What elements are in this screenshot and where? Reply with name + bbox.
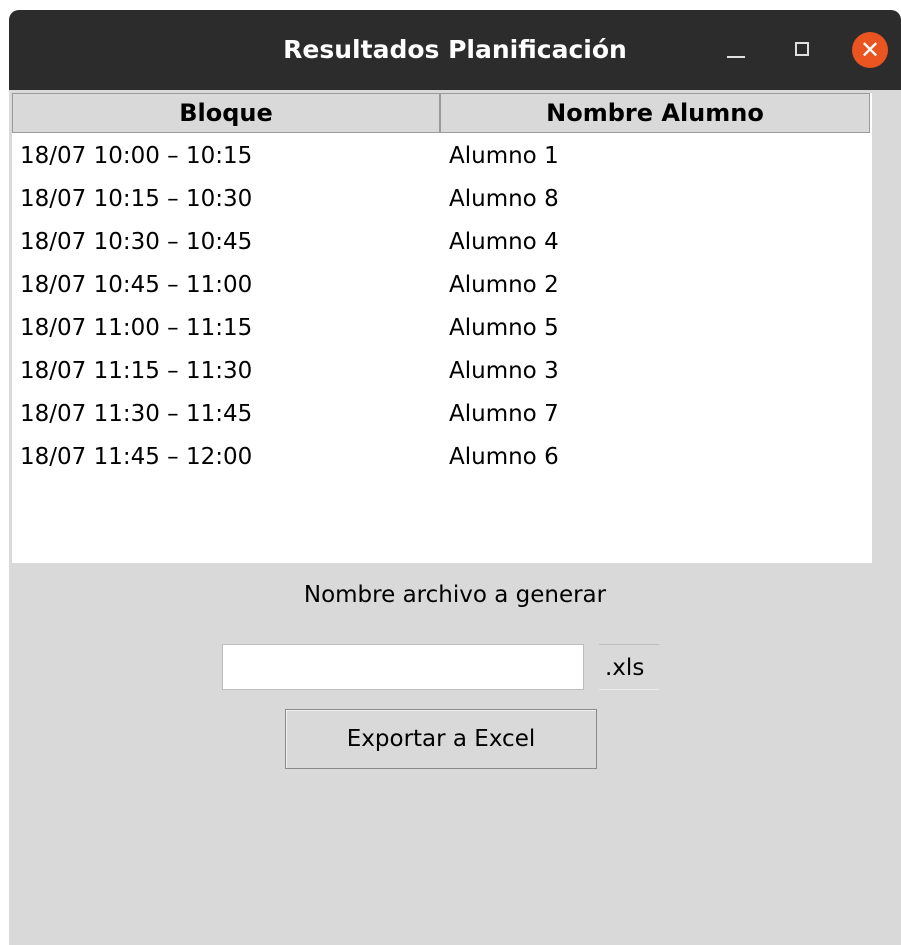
column-header-bloque[interactable]: Bloque xyxy=(12,93,440,133)
filename-input[interactable] xyxy=(222,644,584,690)
column-header-nombre-alumno[interactable]: Nombre Alumno xyxy=(440,93,870,133)
cell-alumno: Alumno 6 xyxy=(449,444,559,470)
cell-bloque: 18/07 11:00 – 11:15 xyxy=(20,315,253,341)
table-row[interactable]: 18/07 11:45 – 12:00 Alumno 6 xyxy=(12,436,872,479)
table-row[interactable]: 18/07 10:00 – 10:15 Alumno 1 xyxy=(12,135,872,178)
table-header: Bloque Nombre Alumno xyxy=(12,93,872,133)
results-table[interactable]: Bloque Nombre Alumno 18/07 10:00 – 10:15… xyxy=(12,93,872,563)
filename-label: Nombre archivo a generar xyxy=(303,582,607,608)
close-button[interactable]: ✕ xyxy=(849,30,889,70)
table-row[interactable]: 18/07 10:45 – 11:00 Alumno 2 xyxy=(12,264,872,307)
close-icon: ✕ xyxy=(852,32,888,68)
cell-alumno: Alumno 7 xyxy=(449,401,559,427)
cell-bloque: 18/07 11:15 – 11:30 xyxy=(20,358,253,384)
minimize-button[interactable] xyxy=(716,30,756,70)
cell-bloque: 18/07 10:30 – 10:45 xyxy=(20,229,253,255)
window-title: Resultados Planificación xyxy=(283,35,627,64)
cell-bloque: 18/07 11:30 – 11:45 xyxy=(20,401,253,427)
table-row[interactable]: 18/07 11:15 – 11:30 Alumno 3 xyxy=(12,350,872,393)
table-row[interactable]: 18/07 11:30 – 11:45 Alumno 7 xyxy=(12,393,872,436)
table-row[interactable]: 18/07 10:30 – 10:45 Alumno 4 xyxy=(12,221,872,264)
cell-alumno: Alumno 2 xyxy=(449,272,559,298)
cell-bloque: 18/07 11:45 – 12:00 xyxy=(20,444,253,470)
cell-alumno: Alumno 8 xyxy=(449,186,559,212)
app-window: Resultados Planificación ✕ Bloque Nombre… xyxy=(9,10,901,945)
file-extension-label: .xls xyxy=(599,644,659,690)
cell-alumno: Alumno 4 xyxy=(449,229,559,255)
table-body: 18/07 10:00 – 10:15 Alumno 1 18/07 10:15… xyxy=(12,135,872,479)
cell-alumno: Alumno 3 xyxy=(449,358,559,384)
minimize-icon xyxy=(727,56,745,58)
cell-bloque: 18/07 10:00 – 10:15 xyxy=(20,143,253,169)
maximize-icon xyxy=(795,42,809,56)
cell-bloque: 18/07 10:45 – 11:00 xyxy=(20,272,253,298)
export-excel-button[interactable]: Exportar a Excel xyxy=(285,709,597,769)
maximize-button[interactable] xyxy=(783,30,823,70)
title-bar[interactable]: Resultados Planificación ✕ xyxy=(9,10,901,90)
cell-alumno: Alumno 5 xyxy=(449,315,559,341)
table-row[interactable]: 18/07 10:15 – 10:30 Alumno 8 xyxy=(12,178,872,221)
table-row[interactable]: 18/07 11:00 – 11:15 Alumno 5 xyxy=(12,307,872,350)
cell-bloque: 18/07 10:15 – 10:30 xyxy=(20,186,253,212)
cell-alumno: Alumno 1 xyxy=(449,143,559,169)
